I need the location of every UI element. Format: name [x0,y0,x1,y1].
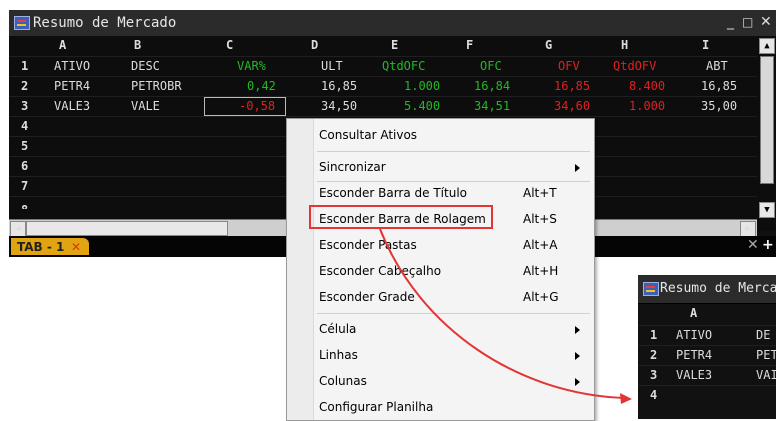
annotation-arrow [379,228,632,404]
